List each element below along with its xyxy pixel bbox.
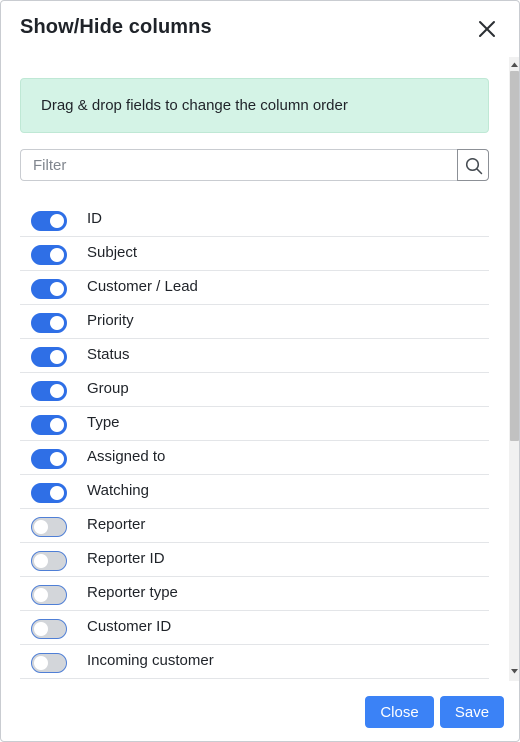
close-icon[interactable] <box>474 16 500 42</box>
column-label: Incoming customer <box>87 652 214 669</box>
toggle-knob <box>50 282 64 296</box>
scrollbar-thumb[interactable] <box>510 71 519 441</box>
column-label: Assigned to <box>87 448 166 465</box>
column-row[interactable]: Status <box>20 339 489 373</box>
column-row[interactable]: Customer / Lead <box>20 271 489 305</box>
toggle-knob <box>34 656 48 670</box>
column-row[interactable]: Assigned to <box>20 441 489 475</box>
toggle-knob <box>50 418 64 432</box>
column-visibility-toggle[interactable] <box>31 313 67 333</box>
column-label: Watching <box>87 482 149 499</box>
column-row[interactable]: ID <box>20 203 489 237</box>
column-visibility-toggle[interactable] <box>31 415 67 435</box>
dialog-title: Show/Hide columns <box>20 16 212 38</box>
toggle-knob <box>34 588 48 602</box>
search-icon <box>465 157 483 175</box>
column-label: Priority <box>87 312 134 329</box>
column-visibility-toggle[interactable] <box>31 483 67 503</box>
column-label: Subject <box>87 244 138 261</box>
column-visibility-toggle[interactable] <box>31 517 67 537</box>
column-visibility-toggle[interactable] <box>31 211 67 231</box>
column-visibility-toggle[interactable] <box>31 653 67 673</box>
toggle-knob <box>34 622 48 636</box>
toggle-knob <box>50 452 64 466</box>
dialog-header: Show/Hide columns <box>1 1 519 57</box>
column-label: Group <box>87 380 129 397</box>
toggle-knob <box>50 384 64 398</box>
column-row[interactable]: Reporter ID <box>20 543 489 577</box>
column-visibility-toggle[interactable] <box>31 347 67 367</box>
column-visibility-toggle[interactable] <box>31 245 67 265</box>
scroll-up-arrow-icon[interactable] <box>509 61 520 69</box>
show-hide-columns-dialog: Show/Hide columns Drag & drop fields to … <box>0 0 520 742</box>
toggle-knob <box>50 486 64 500</box>
column-row[interactable]: Customer ID <box>20 611 489 645</box>
filter-input[interactable] <box>20 149 458 181</box>
toggle-knob <box>50 350 64 364</box>
scroll-down-arrow-icon[interactable] <box>509 667 520 675</box>
scrollbar[interactable] <box>509 57 520 681</box>
toggle-knob <box>34 520 48 534</box>
column-row[interactable]: Watching <box>20 475 489 509</box>
filter-group <box>20 149 489 181</box>
column-label: Reporter ID <box>87 550 165 567</box>
column-label: Type <box>87 414 120 431</box>
column-visibility-toggle[interactable] <box>31 619 67 639</box>
toggle-knob <box>50 316 64 330</box>
dialog-body: Drag & drop fields to change the column … <box>1 57 508 681</box>
column-label: Customer ID <box>87 618 172 635</box>
column-visibility-toggle[interactable] <box>31 449 67 469</box>
column-row[interactable]: Reporter type <box>20 577 489 611</box>
column-label: Status <box>87 346 130 363</box>
save-button[interactable]: Save <box>440 696 504 728</box>
column-row[interactable]: Reporter <box>20 509 489 543</box>
column-row[interactable]: Subject <box>20 237 489 271</box>
column-visibility-toggle[interactable] <box>31 585 67 605</box>
column-row[interactable]: Priority <box>20 305 489 339</box>
toggle-knob <box>50 248 64 262</box>
dialog-footer: Close Save <box>1 681 519 741</box>
column-row[interactable]: Incoming customer <box>20 645 489 679</box>
column-visibility-toggle[interactable] <box>31 381 67 401</box>
column-label: Reporter type <box>87 584 178 601</box>
column-label: ID <box>87 210 102 227</box>
column-visibility-toggle[interactable] <box>31 551 67 571</box>
column-visibility-toggle[interactable] <box>31 279 67 299</box>
column-row[interactable]: Group <box>20 373 489 407</box>
close-button[interactable]: Close <box>365 696 434 728</box>
column-list: ID Subject Customer / Lead Priority Status Gr… <box>20 203 489 679</box>
toggle-knob <box>34 554 48 568</box>
search-button[interactable] <box>457 149 489 181</box>
column-label: Customer / Lead <box>87 278 198 295</box>
drag-drop-hint: Drag & drop fields to change the column … <box>20 78 489 133</box>
column-label: Reporter <box>87 516 146 533</box>
column-row[interactable]: Type <box>20 407 489 441</box>
toggle-knob <box>50 214 64 228</box>
